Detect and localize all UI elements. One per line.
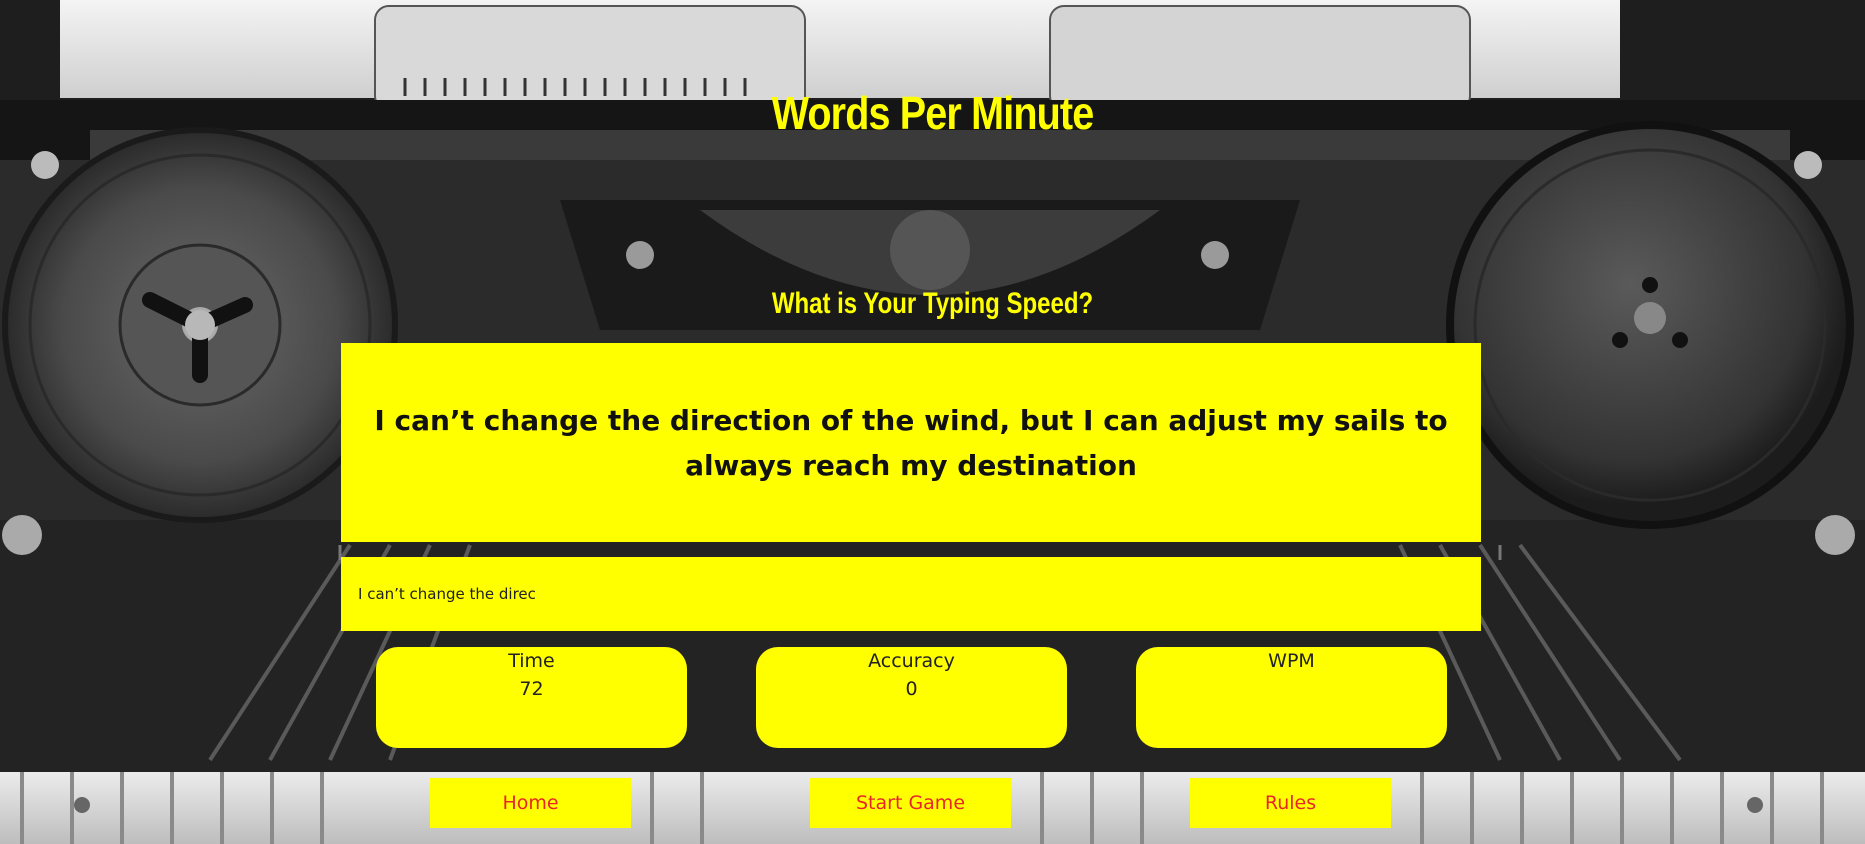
time-label: Time (508, 650, 555, 672)
wpm-label: WPM (1268, 650, 1315, 672)
typing-input[interactable] (341, 557, 1481, 631)
page-title: Words Per Minute (771, 87, 1095, 139)
start-game-button[interactable]: Start Game (810, 778, 1011, 828)
page-subtitle: What is Your Typing Speed? (771, 287, 1094, 320)
wpm-card: WPM (1136, 647, 1447, 748)
home-button[interactable]: Home (430, 778, 631, 828)
time-value: 72 (519, 678, 544, 700)
time-card: Time 72 (376, 647, 687, 748)
accuracy-label: Accuracy (868, 650, 955, 672)
accuracy-card: Accuracy 0 (756, 647, 1067, 748)
quote-text: I can’t change the direction of the wind… (374, 403, 1448, 482)
rules-button[interactable]: Rules (1190, 778, 1391, 828)
quote-panel: I can’t change the direction of the wind… (341, 343, 1481, 542)
accuracy-value: 0 (905, 678, 918, 700)
wpm-value (1136, 678, 1447, 700)
